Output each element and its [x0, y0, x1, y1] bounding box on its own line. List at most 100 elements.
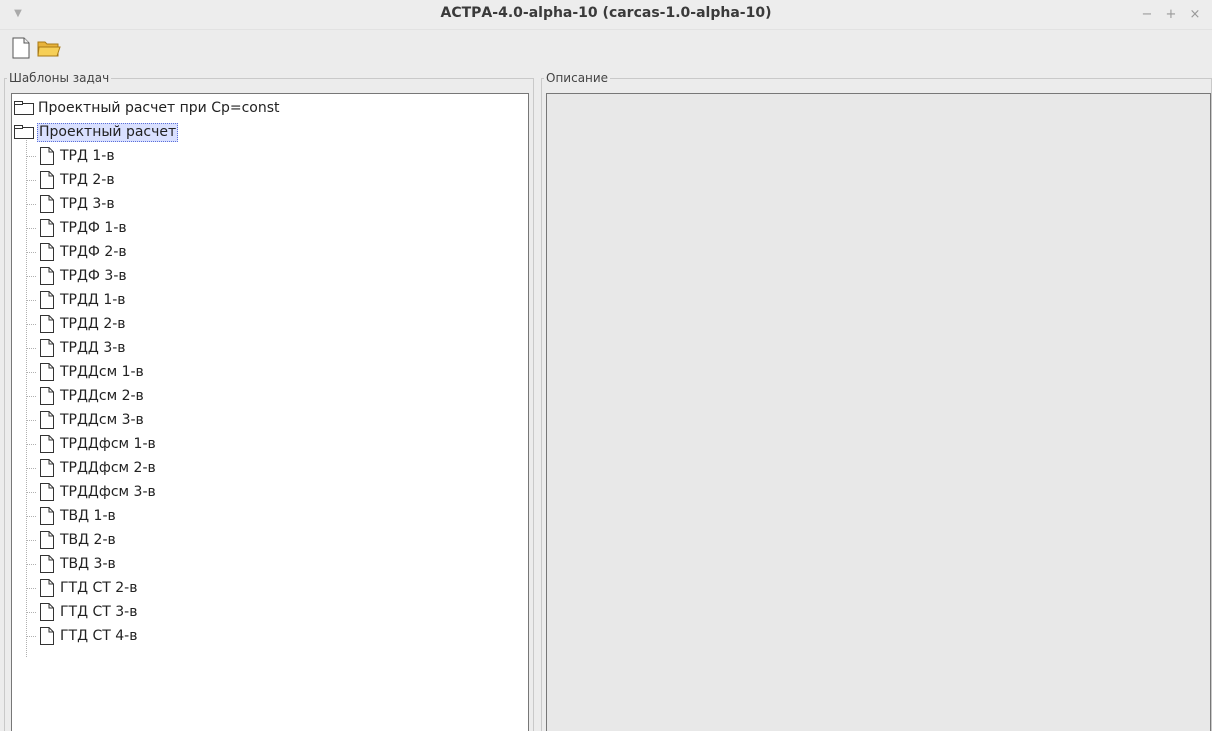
- tree-item-label: ГТД СТ 4-в: [60, 627, 138, 644]
- tree-folder-label: Проектный расчет: [37, 122, 179, 142]
- document-icon: [40, 603, 54, 621]
- description-area: [546, 93, 1211, 731]
- tree-item-label: ТВД 1-в: [60, 507, 116, 524]
- window-controls: − + ×: [1140, 6, 1202, 24]
- tree-item[interactable]: ТРДДсм 1-в: [39, 360, 145, 384]
- tree-item-label: ТРДДсм 1-в: [60, 363, 144, 380]
- document-icon: [40, 195, 54, 213]
- document-icon: [40, 363, 54, 381]
- description-panel: Описание: [541, 70, 1212, 731]
- description-legend: Описание: [544, 70, 611, 86]
- app-window: ▼ АСТРА-4.0-alpha-10 (carcas-1.0-alpha-1…: [0, 0, 1212, 731]
- tree-item[interactable]: ТРДДсм 3-в: [39, 408, 145, 432]
- document-icon: [40, 267, 54, 285]
- tree-item[interactable]: ТРД 1-в: [39, 144, 116, 168]
- document-icon: [40, 627, 54, 645]
- new-file-button[interactable]: [8, 35, 34, 61]
- folder-icon: [14, 125, 34, 139]
- task-tree[interactable]: Проектный расчет при Cp=const Проектный р…: [11, 93, 529, 731]
- document-icon: [40, 531, 54, 549]
- tree-branch-line: [26, 324, 36, 325]
- tree-branch-line: [26, 228, 36, 229]
- tree-item-label: ТРДДфсм 1-в: [60, 435, 156, 452]
- tree-branch-line: [26, 156, 36, 157]
- tree-item[interactable]: ГТД СТ 3-в: [39, 600, 138, 624]
- tree-item-label: ТРД 1-в: [60, 147, 115, 164]
- tree-branch-line: [26, 468, 36, 469]
- tree-item[interactable]: ТРДДфсм 3-в: [39, 480, 157, 504]
- tree-item[interactable]: ГТД СТ 2-в: [39, 576, 138, 600]
- document-icon: [40, 411, 54, 429]
- toolbar: [0, 33, 1212, 63]
- tree-item-label: ТРДДсм 3-в: [60, 411, 144, 428]
- tree-branch-line: [26, 348, 36, 349]
- tree-folder[interactable]: Проектный расчет при Cp=const: [14, 96, 281, 120]
- tree-item-label: ТРДД 3-в: [60, 339, 126, 356]
- document-icon: [40, 219, 54, 237]
- document-icon: [40, 507, 54, 525]
- document-icon: [40, 579, 54, 597]
- tree-item[interactable]: ТРДД 3-в: [39, 336, 127, 360]
- minimize-button[interactable]: −: [1140, 6, 1154, 24]
- folder-icon: [14, 101, 34, 115]
- tree-item-label: ТВД 3-в: [60, 555, 116, 572]
- tree-branch-line: [26, 252, 36, 253]
- tree-branch-line: [26, 588, 36, 589]
- tree-branch-line: [26, 372, 36, 373]
- tree-branch-line: [26, 396, 36, 397]
- task-templates-panel: Шаблоны задач Проектный расчет при Cp=co…: [4, 70, 534, 731]
- tree-item[interactable]: ТРД 3-в: [39, 192, 116, 216]
- tree-branch-line: [26, 612, 36, 613]
- tree-item[interactable]: ТВД 3-в: [39, 552, 117, 576]
- document-icon: [40, 147, 54, 165]
- tree-item-label: ТВД 2-в: [60, 531, 116, 548]
- tree-item[interactable]: ТРДД 2-в: [39, 312, 127, 336]
- tree-item-label: ТРД 2-в: [60, 171, 115, 188]
- document-icon: [40, 387, 54, 405]
- tree-item-label: ТРДФ 2-в: [60, 243, 127, 260]
- tree-item[interactable]: ТРДД 1-в: [39, 288, 127, 312]
- tree-item-label: ТРД 3-в: [60, 195, 115, 212]
- tree-branch-line: [26, 180, 36, 181]
- document-icon: [40, 555, 54, 573]
- tree-item-label: ТРДФ 1-в: [60, 219, 127, 236]
- document-icon: [40, 291, 54, 309]
- document-icon: [40, 243, 54, 261]
- tree-item[interactable]: ТВД 2-в: [39, 528, 117, 552]
- tree-item[interactable]: ТРДДсм 2-в: [39, 384, 145, 408]
- tree-branch-line: [26, 492, 36, 493]
- task-templates-legend: Шаблоны задач: [7, 70, 112, 86]
- tree-item-label: ТРДД 1-в: [60, 291, 126, 308]
- tree-item[interactable]: ТРДДфсм 2-в: [39, 456, 157, 480]
- close-button[interactable]: ×: [1188, 6, 1202, 24]
- tree-branch-line: [26, 444, 36, 445]
- open-folder-button[interactable]: [36, 35, 62, 61]
- tree-branch-line: [26, 540, 36, 541]
- tree-branch-line: [26, 516, 36, 517]
- title-bar[interactable]: ▼ АСТРА-4.0-alpha-10 (carcas-1.0-alpha-1…: [0, 0, 1212, 30]
- maximize-button[interactable]: +: [1164, 6, 1178, 24]
- tree-branch-line: [26, 204, 36, 205]
- document-icon: [40, 459, 54, 477]
- tree-item[interactable]: ТРДФ 2-в: [39, 240, 128, 264]
- tree-item-label: ГТД СТ 3-в: [60, 603, 138, 620]
- tree-branch-line: [26, 276, 36, 277]
- tree-guide-line: [26, 138, 27, 657]
- new-file-icon: [12, 37, 30, 59]
- tree-item[interactable]: ТРДДфсм 1-в: [39, 432, 157, 456]
- tree-item-label: ТРДДфсм 2-в: [60, 459, 156, 476]
- tree-item[interactable]: ГТД СТ 4-в: [39, 624, 138, 648]
- tree-folder[interactable]: Проектный расчет: [14, 120, 179, 144]
- tree-item[interactable]: ТВД 1-в: [39, 504, 117, 528]
- tree-item[interactable]: ТРД 2-в: [39, 168, 116, 192]
- tree-item-label: ГТД СТ 2-в: [60, 579, 138, 596]
- tree-item-label: ТРДД 2-в: [60, 315, 126, 332]
- open-folder-icon: [37, 41, 61, 57]
- tree-item-label: ТРДДсм 2-в: [60, 387, 144, 404]
- document-icon: [40, 483, 54, 501]
- tree-item[interactable]: ТРДФ 1-в: [39, 216, 128, 240]
- tree-item-label: ТРДФ 3-в: [60, 267, 127, 284]
- tree-item[interactable]: ТРДФ 3-в: [39, 264, 128, 288]
- tree-branch-line: [26, 564, 36, 565]
- tree-item-label: ТРДДфсм 3-в: [60, 483, 156, 500]
